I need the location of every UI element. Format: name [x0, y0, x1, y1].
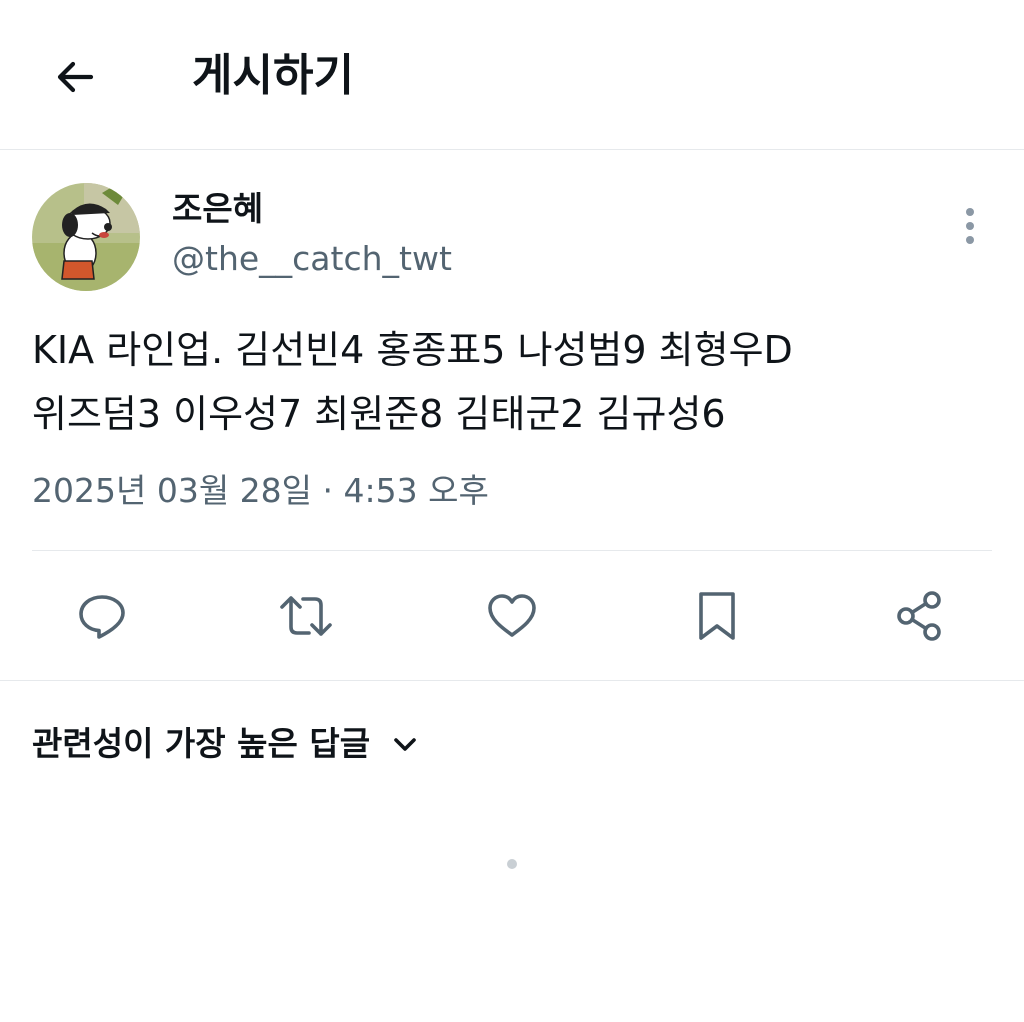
avatar[interactable] — [32, 183, 140, 291]
retweet-button[interactable] — [270, 580, 342, 652]
bookmark-icon — [699, 592, 735, 640]
page-title: 게시하기 — [192, 50, 354, 101]
like-icon — [488, 594, 536, 637]
divider — [0, 680, 1024, 681]
tweet-text-line: 위즈덤3 이우성7 최원준8 김태군2 김규성6 — [32, 392, 726, 436]
tweet-text-line: KIA 라인업. 김선빈4 홍종표5 나성범9 최형우D — [32, 328, 793, 372]
bookmark-button[interactable] — [681, 580, 753, 652]
reply-icon — [79, 595, 125, 639]
tweet-text: KIA 라인업. 김선빈4 홍종표5 나성범9 최형우D 위즈덤3 이우성7 최… — [32, 318, 992, 446]
meta-separator: · — [322, 471, 334, 510]
tweet-time: 4:53 오후 — [343, 471, 489, 510]
author-handle[interactable]: @the__catch_twt — [172, 236, 452, 282]
author-name[interactable]: 조은혜 — [172, 186, 263, 232]
tweet-timestamp[interactable]: 2025년 03월 28일 · 4:53 오후 — [32, 466, 489, 516]
like-button[interactable] — [476, 580, 548, 652]
action-bar — [0, 580, 1024, 652]
retweet-icon — [280, 596, 332, 636]
share-button[interactable] — [884, 580, 956, 652]
arrow-left-icon — [57, 61, 94, 93]
reply-sort-dropdown[interactable]: 관련성이 가장 높은 답글 — [32, 718, 418, 770]
tweet-date: 2025년 03월 28일 — [32, 471, 313, 510]
more-options-button[interactable] — [952, 202, 988, 250]
reply-sort-label: 관련성이 가장 높은 답글 — [32, 724, 371, 763]
share-icon — [897, 591, 941, 641]
tweet-detail-page: 게시하기 조은혜 @the__catch_twt KIA 라인업. 김선빈4 홍… — [0, 0, 1024, 1022]
snoopy-avatar — [32, 183, 140, 291]
back-button[interactable] — [44, 46, 106, 108]
divider — [32, 550, 992, 551]
reply-button[interactable] — [66, 580, 138, 652]
more-vertical-icon — [966, 208, 974, 244]
loading-indicator — [507, 859, 517, 869]
chevron-down-icon — [392, 735, 418, 753]
top-app-bar: 게시하기 — [0, 0, 1024, 150]
